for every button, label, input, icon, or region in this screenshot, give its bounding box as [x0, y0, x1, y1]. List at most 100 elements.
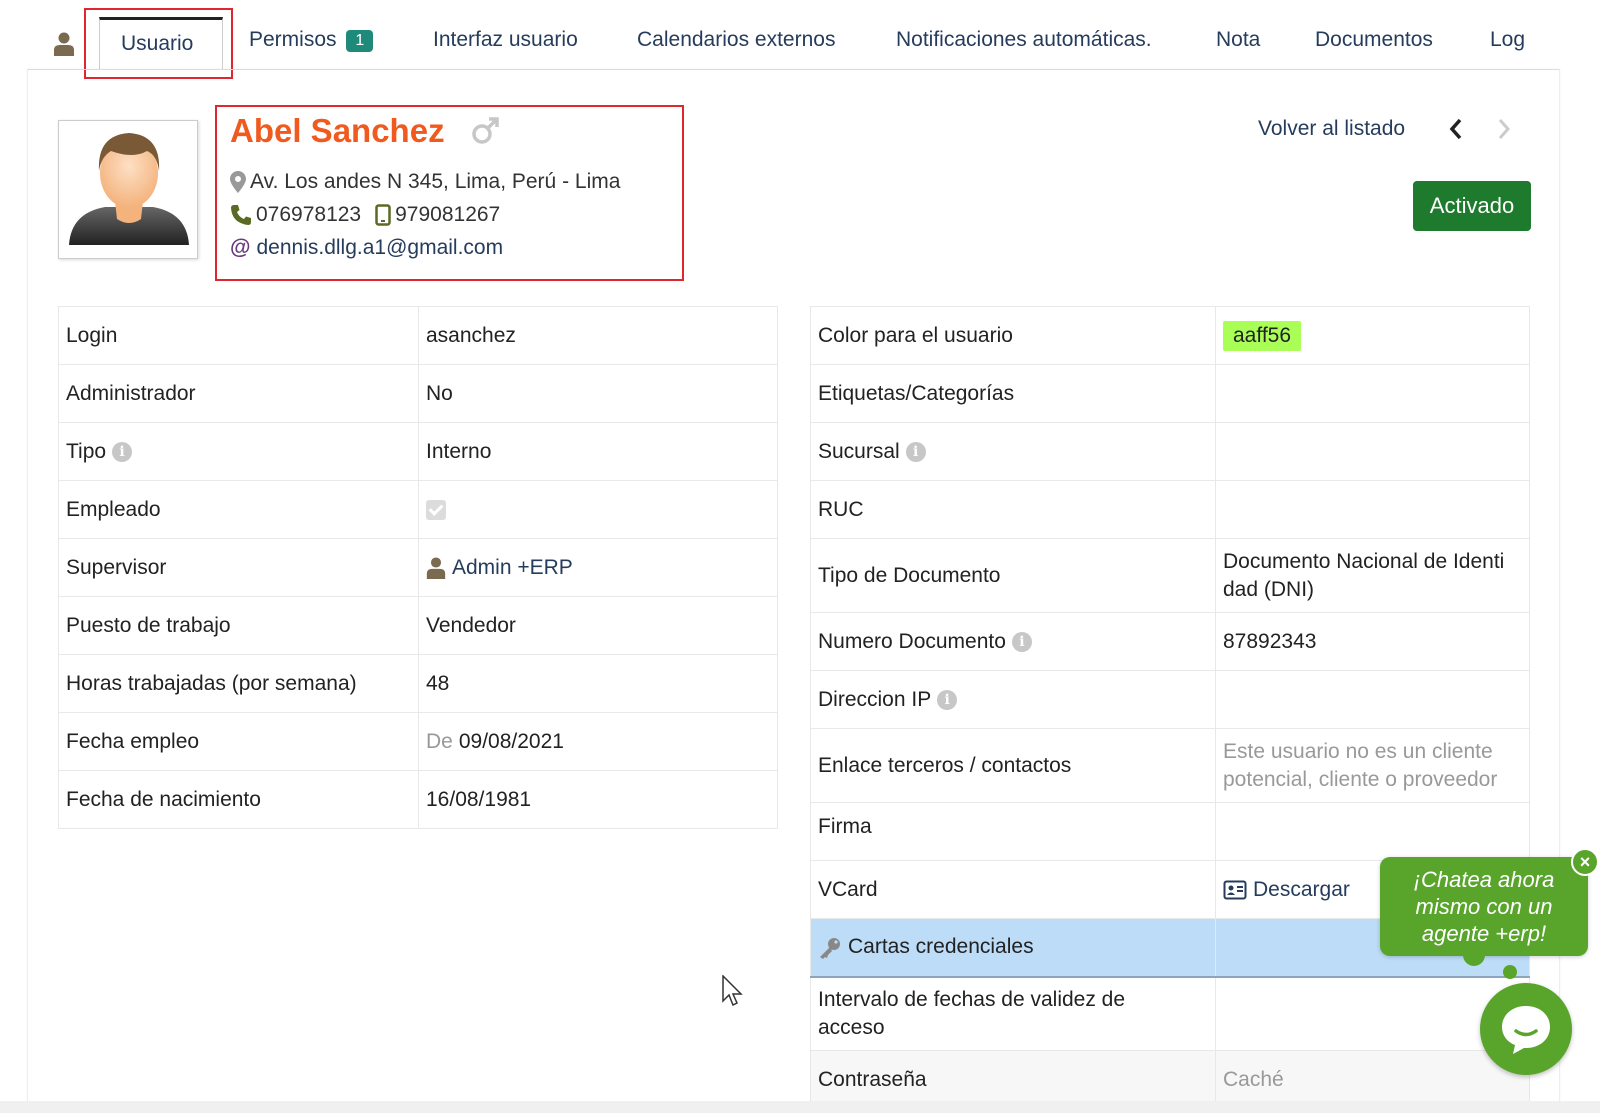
phone-icon — [231, 205, 251, 225]
employee-checkbox — [426, 499, 446, 520]
key-icon — [820, 937, 840, 959]
info-icon[interactable]: i — [112, 441, 133, 462]
field-value: asanchez — [418, 306, 778, 365]
field-value: 48 — [418, 654, 778, 713]
download-vcard-link[interactable]: Descargar — [1253, 878, 1350, 901]
table-row: RUC — [810, 480, 1530, 539]
field-label-cell: Numero Documento i — [810, 612, 1216, 671]
field-value — [1215, 802, 1530, 861]
field-value-line: potencial, cliente o proveedor — [1223, 767, 1498, 791]
field-value: Interno — [418, 422, 778, 481]
table-row: Contraseña Caché — [810, 1050, 1530, 1109]
field-label: Tipo de Documento — [810, 538, 1216, 613]
field-value — [1215, 422, 1530, 481]
field-label: Supervisor — [58, 538, 419, 597]
field-value-line: Este usuario no es un cliente — [1223, 739, 1493, 763]
vcard-icon — [1223, 880, 1247, 900]
table-row: Horas trabajadas (por semana) 48 — [58, 654, 778, 713]
info-icon[interactable]: i — [1011, 631, 1032, 652]
field-label: Numero Documento — [818, 629, 1006, 653]
user-info-table-right: Color para el usuario aaff56 Etiquetas/C… — [810, 306, 1530, 1109]
table-row: Tipo de Documento Documento Nacional de … — [810, 538, 1530, 613]
back-to-list-link[interactable]: Volver al listado — [1258, 117, 1405, 141]
field-value: 87892343 — [1215, 612, 1530, 671]
table-row: Sucursal i — [810, 422, 1530, 481]
table-row: Etiquetas/Categorías — [810, 364, 1530, 423]
section-label: Cartas credenciales — [848, 935, 1034, 959]
field-value — [1215, 670, 1530, 729]
user-info-table-left: Login asanchez Administrador No Tipo i In… — [58, 306, 778, 829]
bubble-tail — [1503, 965, 1517, 979]
field-label-line: acceso — [818, 1015, 885, 1039]
field-label: Firma — [810, 802, 1216, 861]
field-value-line: dad (DNI) — [1223, 577, 1315, 601]
info-icon[interactable]: i — [905, 441, 926, 462]
chevron-right-icon[interactable] — [1494, 117, 1514, 141]
table-row: Enlace terceros / contactos Este usuario… — [810, 728, 1530, 803]
field-label: Administrador — [58, 364, 419, 423]
user-name: Abel Sanchez — [230, 112, 445, 149]
field-value: No — [418, 364, 778, 423]
user-icon — [54, 32, 74, 56]
chat-prompt-line: mismo con un — [1415, 894, 1553, 919]
table-row: Color para el usuario aaff56 — [810, 306, 1530, 365]
tab-documentos[interactable]: Documentos — [1315, 28, 1433, 52]
table-row: Firma — [810, 802, 1530, 861]
table-row: Fecha de nacimiento 16/08/1981 — [58, 770, 778, 829]
status-button[interactable]: Activado — [1413, 181, 1531, 231]
close-icon[interactable]: × — [1571, 848, 1599, 876]
mobile-text: 979081267 — [395, 203, 501, 226]
table-row: Supervisor Admin +ERP — [58, 538, 778, 597]
chat-launcher-button[interactable] — [1480, 983, 1572, 1075]
avatar — [58, 120, 198, 259]
field-label: Color para el usuario — [810, 306, 1216, 365]
email-line: @ dennis.dllg.a1@gmail.com — [230, 236, 503, 260]
field-label: Direccion IP — [818, 687, 932, 711]
table-row: Puesto de trabajo Vendedor — [58, 596, 778, 655]
chat-bubble-icon — [1502, 1006, 1550, 1054]
table-row: Tipo i Interno — [58, 422, 778, 481]
field-value-cell: Admin +ERP — [418, 538, 778, 597]
chat-prompt-bubble[interactable]: ¡Chatea ahora mismo con un agente +erp! — [1380, 857, 1588, 956]
chat-prompt-line: agente +erp! — [1421, 921, 1547, 946]
phone-text: 076978123 — [256, 203, 362, 226]
user-icon — [426, 557, 446, 579]
field-value-cell: Este usuario no es un cliente potencial,… — [1215, 728, 1530, 803]
field-value-cell — [418, 480, 778, 539]
field-label-cell: Intervalo de fechas de validez de acceso — [810, 976, 1216, 1051]
bottom-bar — [0, 1101, 1600, 1113]
tab-calendarios-externos[interactable]: Calendarios externos — [637, 28, 835, 52]
table-row: Fecha empleo De 09/08/2021 — [58, 712, 778, 771]
email-link[interactable]: dennis.dllg.a1@gmail.com — [256, 236, 503, 260]
table-row: Intervalo de fechas de validez de acceso — [810, 976, 1530, 1051]
field-value — [1215, 480, 1530, 539]
field-value: 16/08/1981 — [418, 770, 778, 829]
field-value-cell: aaff56 — [1215, 306, 1530, 365]
field-label-line: Intervalo de fechas de validez de — [818, 987, 1126, 1011]
tab-nota[interactable]: Nota — [1216, 28, 1260, 52]
address-line: Av. Los andes N 345, Lima, Perú - Lima — [230, 170, 620, 194]
tab-permisos[interactable]: Permisos 1 — [249, 28, 374, 53]
field-value-cell: Documento Nacional de Identi dad (DNI) — [1215, 538, 1530, 613]
field-label: Horas trabajadas (por semana) — [58, 654, 419, 713]
tab-bar: Usuario Permisos 1 Interfaz usuario Cale… — [0, 0, 1600, 79]
tab-log[interactable]: Log — [1490, 28, 1525, 52]
field-value-cell: De 09/08/2021 — [418, 712, 778, 771]
field-value — [1215, 364, 1530, 423]
tab-interfaz-usuario[interactable]: Interfaz usuario — [433, 28, 578, 52]
field-label: Enlace terceros / contactos — [810, 728, 1216, 803]
mobile-icon — [375, 204, 391, 226]
table-row: Direccion IP i — [810, 670, 1530, 729]
supervisor-link[interactable]: Admin +ERP — [452, 556, 573, 579]
at-icon: @ — [230, 236, 251, 259]
table-row: Login asanchez — [58, 306, 778, 365]
tab-notificaciones[interactable]: Notificaciones automáticas. — [896, 28, 1152, 52]
field-label: Empleado — [58, 480, 419, 539]
map-marker-icon — [230, 171, 246, 193]
section-label-cell: Cartas credenciales — [810, 918, 1216, 978]
address-text: Av. Los andes N 345, Lima, Perú - Lima — [250, 170, 621, 193]
chevron-left-icon[interactable] — [1446, 117, 1466, 141]
info-icon[interactable]: i — [937, 689, 958, 710]
date-prefix: De — [426, 729, 453, 753]
table-row: Administrador No — [58, 364, 778, 423]
